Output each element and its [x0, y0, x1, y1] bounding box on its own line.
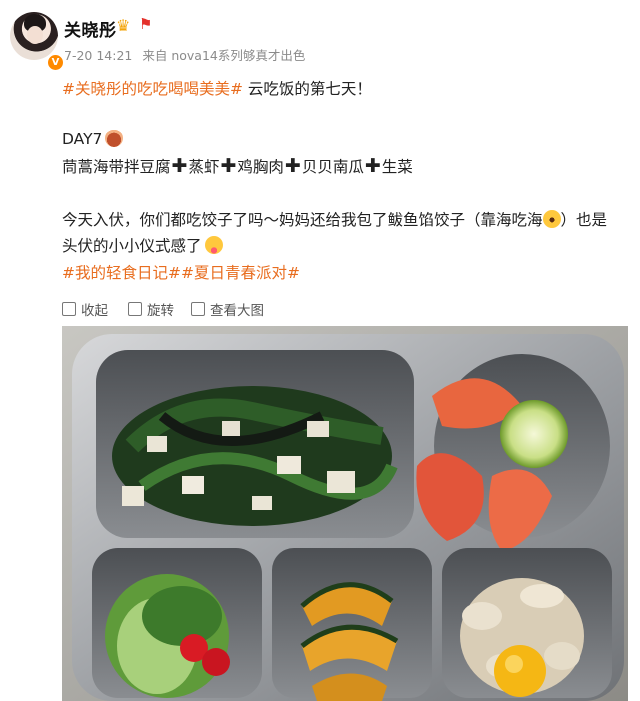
body-line-1: 今天入伏，你们都吃饺子了吗～妈妈还给我包了鲅鱼馅饺子（靠海吃海 ）也是 — [62, 208, 607, 230]
avatar[interactable]: V — [10, 12, 65, 72]
post-time[interactable]: 7-20 14:21 — [64, 48, 132, 63]
body-text-2: 头伏的小小仪式感了 — [62, 237, 202, 255]
avatar-face — [27, 26, 43, 44]
menu-item: 茼蒿海带拌豆腐 — [62, 158, 171, 176]
plus-icon: ✚ — [364, 155, 381, 177]
menu-item: 蒸虾 — [188, 158, 220, 176]
post-meta: 7-20 14:21 来自 nova14系列够真才出色 — [64, 45, 305, 64]
plus-icon: ✚ — [220, 155, 237, 177]
day-label-text: DAY7 — [62, 130, 103, 148]
lunch-tray-image — [62, 326, 628, 701]
hashtag-main[interactable]: #关晓彤的吃吃喝喝美美# — [62, 80, 243, 98]
crown-icon: ♛ — [116, 16, 131, 35]
username[interactable]: 关晓彤 — [64, 16, 117, 41]
flag-icon: ⚑ — [139, 15, 153, 33]
menu-line: 茼蒿海带拌豆腐✚蒸虾✚鸡胸肉✚贝贝南瓜✚生菜 — [62, 155, 413, 177]
lunch-photo[interactable] — [62, 326, 628, 701]
headline-text: 云吃饭的第七天！ — [242, 80, 372, 98]
plus-icon: ✚ — [284, 155, 301, 177]
plus-icon: ✚ — [171, 155, 188, 177]
rotate-icon — [128, 302, 142, 316]
bowl-icon — [105, 129, 124, 147]
view-large-label: 查看大图 — [210, 303, 264, 319]
collapse-icon — [62, 302, 76, 316]
menu-item: 贝贝南瓜 — [301, 158, 364, 176]
magnify-icon — [191, 302, 205, 316]
salad — [112, 386, 398, 526]
verified-badge-icon: V — [46, 53, 65, 72]
body-line-2: 头伏的小小仪式感了 — [62, 234, 223, 256]
surprised-face-icon — [542, 210, 561, 228]
menu-item: 鸡胸肉 — [237, 158, 284, 176]
body-text-1: 今天入伏，你们都吃饺子了吗～妈妈还给我包了鲅鱼馅饺子（靠海吃海 — [62, 211, 543, 229]
body-text-1-end: ）也是 — [560, 211, 608, 229]
post-source: 来自 nova14系列够真才出色 — [142, 48, 306, 63]
collapse-label: 收起 — [81, 303, 108, 319]
day-label: DAY7 — [62, 129, 124, 148]
view-large-button[interactable]: 查看大图 — [191, 299, 264, 319]
menu-item: 生菜 — [381, 158, 413, 176]
post-headline: #关晓彤的吃吃喝喝美美# 云吃饭的第七天！ — [62, 77, 372, 99]
tongue-face-icon — [204, 236, 223, 254]
collapse-button[interactable]: 收起 — [62, 299, 108, 319]
rotate-label: 旋转 — [147, 303, 174, 319]
tag-line[interactable]: #我的轻食日记##夏日青春派对# — [62, 261, 300, 283]
rotate-button[interactable]: 旋转 — [128, 299, 174, 319]
